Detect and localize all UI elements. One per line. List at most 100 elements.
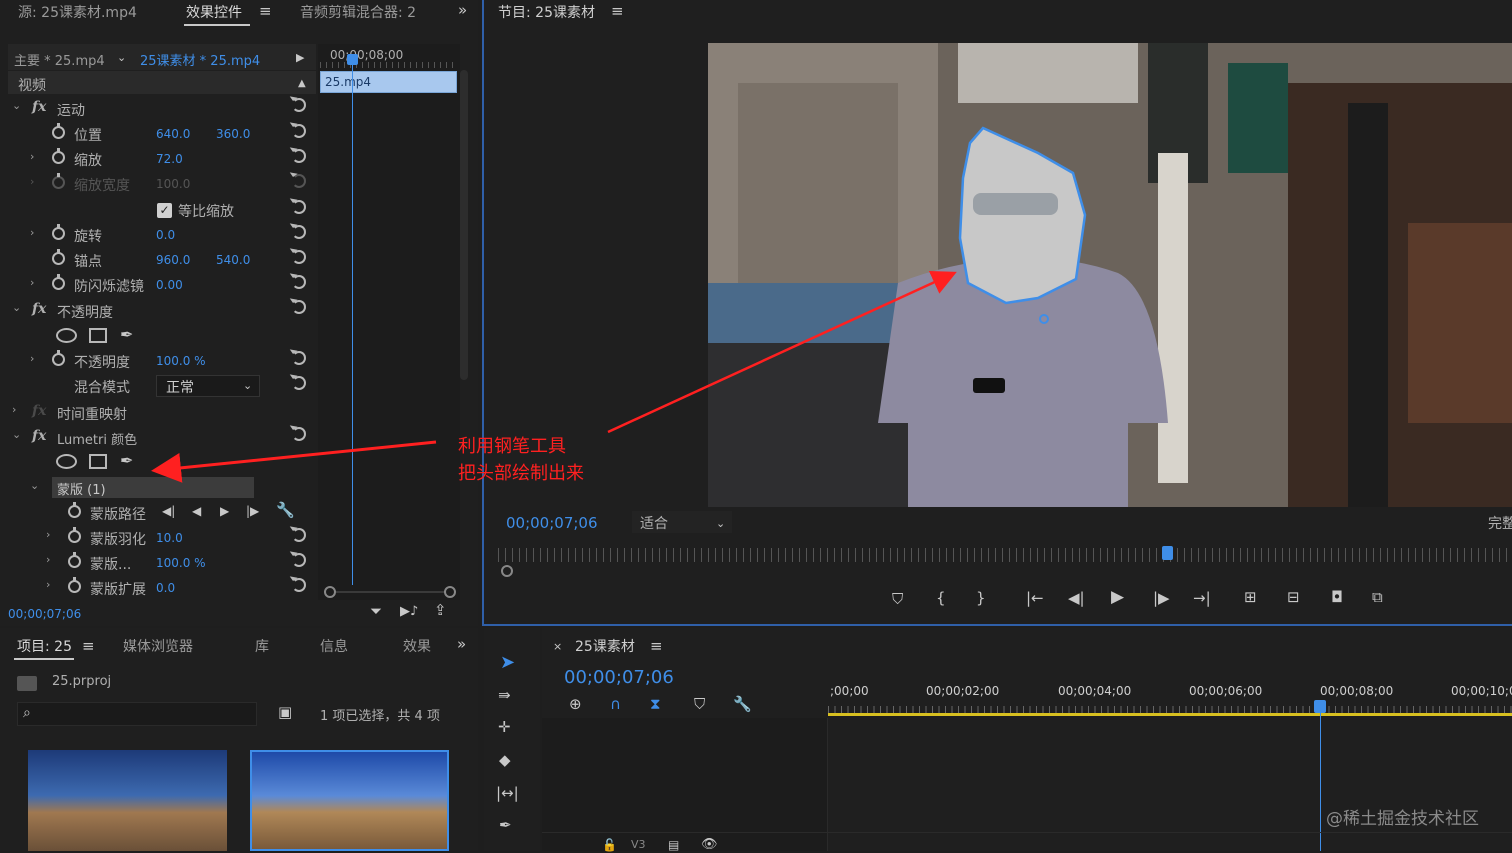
mini-playhead-handle[interactable] bbox=[347, 54, 358, 65]
mask-name-label[interactable]: 蒙版 (1) bbox=[57, 479, 106, 498]
antiflicker-value[interactable]: 0.00 bbox=[156, 278, 183, 292]
search-input[interactable] bbox=[17, 702, 257, 726]
stopwatch-icon[interactable] bbox=[68, 527, 81, 543]
track-backward-one-icon[interactable]: ◀| bbox=[162, 504, 175, 519]
opacity-value[interactable]: 100.0 % bbox=[156, 354, 206, 368]
twirl-rotation-icon[interactable]: › bbox=[30, 226, 34, 239]
eye-icon[interactable]: 👁 bbox=[701, 837, 718, 852]
panel-menu-icon[interactable]: ≡ bbox=[82, 639, 95, 654]
tab-media-browser[interactable]: 媒体浏览器 bbox=[123, 636, 193, 656]
mini-playhead[interactable] bbox=[352, 55, 353, 585]
snap-magnet-icon[interactable]: ∩ bbox=[610, 697, 621, 712]
filter-icon[interactable]: ⏷ bbox=[370, 604, 382, 619]
reset-icon[interactable] bbox=[292, 528, 306, 542]
reset-icon[interactable] bbox=[292, 275, 306, 289]
track-label[interactable]: V3 bbox=[631, 838, 646, 851]
compare-view-icon[interactable]: ⧉ bbox=[1372, 590, 1383, 605]
tab-audio-mixer[interactable]: 音频剪辑混合器: 2 bbox=[300, 2, 416, 22]
reset-icon[interactable] bbox=[292, 376, 306, 390]
panel-menu-icon[interactable]: ≡ bbox=[650, 639, 663, 654]
ripple-edit-tool-icon[interactable]: ✛ bbox=[498, 720, 511, 735]
twirl-motion-icon[interactable]: ⌄ bbox=[12, 99, 21, 112]
mask-expansion-value[interactable]: 0.0 bbox=[156, 581, 175, 595]
stopwatch-icon[interactable] bbox=[52, 350, 65, 366]
twirl-mask-opacity-icon[interactable]: › bbox=[46, 553, 50, 566]
twirl-mask-feather-icon[interactable]: › bbox=[46, 528, 50, 541]
twirl-scale-width-icon[interactable]: › bbox=[30, 175, 34, 188]
timeline-timecode[interactable]: 00;00;07;06 bbox=[564, 667, 674, 688]
stopwatch-icon[interactable] bbox=[52, 148, 65, 164]
chevron-down-icon[interactable]: ⌄ bbox=[117, 50, 126, 65]
zoom-slider[interactable] bbox=[324, 586, 456, 598]
stopwatch-icon[interactable] bbox=[68, 577, 81, 593]
chevron-down-icon[interactable]: ⌄ bbox=[716, 516, 725, 531]
razor-tool-icon[interactable]: ◆ bbox=[499, 753, 511, 768]
nest-icon[interactable]: ⊕ bbox=[569, 697, 582, 712]
mask-feather-value[interactable]: 10.0 bbox=[156, 531, 183, 545]
mark-out-icon[interactable]: } bbox=[976, 591, 986, 606]
track-select-tool-icon[interactable]: ⇛ bbox=[498, 688, 511, 703]
wrench-icon[interactable]: 🔧 bbox=[733, 697, 752, 712]
twirl-mask-icon[interactable]: ⌄ bbox=[30, 479, 39, 492]
twirl-lumetri-icon[interactable]: ⌄ bbox=[12, 428, 21, 441]
anchor-y-value[interactable]: 540.0 bbox=[216, 253, 250, 267]
reset-icon[interactable] bbox=[292, 578, 306, 592]
play-audio-icon[interactable]: ▶♪ bbox=[400, 604, 418, 619]
twirl-opacity-icon[interactable]: ⌄ bbox=[12, 301, 21, 314]
reset-icon[interactable] bbox=[292, 553, 306, 567]
scale-value[interactable]: 72.0 bbox=[156, 152, 183, 166]
lift-icon[interactable]: ⊞ bbox=[1244, 590, 1257, 605]
reset-icon[interactable] bbox=[292, 250, 306, 264]
tab-effects[interactable]: 效果 bbox=[403, 636, 431, 656]
close-icon[interactable]: × bbox=[553, 639, 562, 654]
step-back-icon[interactable]: ◀| bbox=[1068, 591, 1085, 606]
go-to-in-icon[interactable]: |← bbox=[1026, 591, 1044, 606]
fx-badge-icon[interactable]: fx bbox=[32, 428, 46, 444]
pen-mask-icon[interactable]: ✒ bbox=[120, 327, 133, 343]
ellipse-mask-icon[interactable] bbox=[56, 328, 77, 343]
reset-icon[interactable] bbox=[292, 300, 306, 314]
uniform-scale-checkbox[interactable]: ✓ bbox=[157, 203, 172, 218]
ellipse-mask-icon[interactable] bbox=[56, 454, 77, 469]
play-icon[interactable]: ▶ bbox=[1111, 589, 1124, 606]
add-marker-icon[interactable]: ⛉ bbox=[892, 592, 903, 607]
twirl-scale-icon[interactable]: › bbox=[30, 150, 34, 163]
reset-icon[interactable] bbox=[292, 200, 306, 214]
track-forward-icon[interactable]: ▶ bbox=[220, 504, 229, 519]
program-playhead[interactable] bbox=[1162, 546, 1174, 560]
work-area-bar[interactable] bbox=[828, 713, 1512, 716]
media-thumbnail[interactable] bbox=[28, 750, 227, 851]
sequence-clip-label[interactable]: 25课素材 * 25.mp4 bbox=[140, 50, 260, 69]
add-marker-icon[interactable]: ⛉ bbox=[694, 697, 705, 712]
overflow-chevron-icon[interactable]: » bbox=[457, 637, 466, 652]
overflow-chevron-icon[interactable]: » bbox=[458, 3, 467, 18]
stopwatch-icon[interactable] bbox=[52, 249, 65, 265]
mask-opacity-value[interactable]: 100.0 % bbox=[156, 556, 206, 570]
reset-icon[interactable] bbox=[292, 124, 306, 138]
pen-tool-icon[interactable]: ✒ bbox=[499, 818, 512, 833]
tab-effect-controls[interactable]: 效果控件 bbox=[186, 2, 242, 22]
program-timecode[interactable]: 00;00;07;06 bbox=[506, 514, 598, 532]
collapse-up-icon[interactable]: ▲ bbox=[298, 76, 306, 91]
timeline-playhead-line[interactable] bbox=[1320, 712, 1322, 851]
reset-icon[interactable] bbox=[292, 225, 306, 239]
chevron-down-icon[interactable]: ⌄ bbox=[243, 378, 252, 393]
media-thumbnail[interactable] bbox=[250, 750, 449, 851]
stopwatch-icon[interactable] bbox=[52, 274, 65, 290]
panel-menu-icon[interactable]: ≡ bbox=[259, 4, 272, 19]
step-forward-icon[interactable]: |▶ bbox=[1153, 591, 1170, 606]
rotation-value[interactable]: 0.0 bbox=[156, 228, 175, 242]
rectangle-mask-icon[interactable] bbox=[89, 454, 107, 469]
twirl-mask-expansion-icon[interactable]: › bbox=[46, 578, 50, 591]
timeline-title[interactable]: 25课素材 bbox=[575, 636, 635, 656]
linked-selection-icon[interactable]: ⧗ bbox=[650, 697, 661, 712]
extract-icon[interactable]: ⊟ bbox=[1287, 590, 1300, 605]
selection-tool-icon[interactable]: ➤ bbox=[500, 654, 515, 672]
quality-select[interactable]: 完整 bbox=[1488, 513, 1512, 533]
reset-icon[interactable] bbox=[292, 149, 306, 163]
position-x-value[interactable]: 640.0 bbox=[156, 127, 190, 141]
stopwatch-icon[interactable] bbox=[68, 502, 81, 518]
fx-badge-icon[interactable]: fx bbox=[32, 301, 46, 317]
twirl-time-remap-icon[interactable]: › bbox=[12, 403, 16, 416]
camera-icon[interactable]: ◘ bbox=[1331, 590, 1343, 605]
